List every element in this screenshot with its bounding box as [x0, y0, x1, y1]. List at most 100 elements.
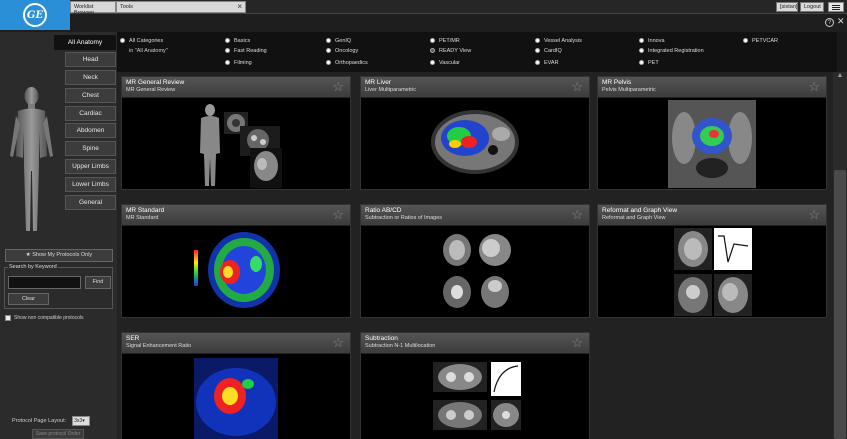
anatomy-tab-general[interactable]: General — [65, 195, 116, 210]
category-cardiq[interactable]: CardIQ — [535, 46, 562, 55]
category-label: Orthopaedics — [335, 59, 368, 66]
category-integrated-registration[interactable]: Integrated Registration — [639, 46, 704, 55]
chevron-down-icon: ▾ — [82, 418, 85, 424]
star-icon[interactable]: ☆ — [332, 208, 344, 221]
help-icon[interactable]: ? — [825, 18, 834, 27]
category-all-categories[interactable]: All Categories — [120, 36, 163, 45]
non-compatible-row: Show non compatible protocols — [5, 313, 84, 323]
category-innova[interactable]: Innova — [639, 36, 665, 45]
tab-tools-label: Tools — [120, 4, 133, 10]
show-my-protocols-button[interactable]: ★ Show My Protocols Only — [5, 249, 113, 262]
hamburger-menu-icon[interactable] — [828, 2, 844, 12]
ge-logo: GE — [0, 0, 70, 30]
category-vascular[interactable]: Vascular — [430, 58, 460, 67]
category-pet-mr[interactable]: PET/MR — [430, 36, 460, 45]
tab-close-icon[interactable]: × — [237, 2, 242, 11]
card-thumbnail — [431, 110, 519, 174]
search-input[interactable] — [8, 276, 81, 289]
category-label: PET/MR — [439, 37, 460, 44]
anatomy-tab-cardiac[interactable]: Cardiac — [65, 106, 116, 121]
anatomy-tab-head[interactable]: Head — [65, 52, 116, 67]
radio-icon — [535, 48, 540, 53]
user-button[interactable]: [sistan] — [776, 2, 798, 12]
card-header: Subtraction Subtraction N-1 Multilocatio… — [361, 333, 589, 354]
category-label: Innova — [648, 37, 665, 44]
scrollbar-thumb[interactable] — [834, 170, 846, 439]
anatomy-tab-neck[interactable]: Neck — [65, 70, 116, 85]
anatomy-tab-all-anatomy[interactable]: All Anatomy — [54, 35, 116, 50]
category-orthopaedics[interactable]: Orthopaedics — [326, 58, 368, 67]
category-ready-view[interactable]: READY View — [430, 46, 471, 55]
card-header: MR Standard MR Standard ☆ — [122, 205, 350, 226]
layout-select[interactable]: 3x3▾ — [72, 416, 91, 426]
protocol-card-mr-liver[interactable]: MR Liver Liver Multiparametric ☆ — [360, 76, 590, 190]
category-pet[interactable]: PET — [639, 58, 659, 67]
category-evar[interactable]: EVAR — [535, 58, 559, 67]
close-icon[interactable]: ✕ — [837, 17, 846, 26]
non-compatible-checkbox[interactable] — [5, 315, 11, 321]
category-basics[interactable]: Basics — [225, 36, 250, 45]
category-all-categories-sub: in "All Anatomy" — [129, 47, 168, 54]
card-header: Ratio AB/CD Subtraction or Ratios of Ima… — [361, 205, 589, 226]
category-oncology[interactable]: Oncology — [326, 46, 358, 55]
logout-button[interactable]: Logout — [800, 2, 824, 12]
anatomy-tab-lower-limbs[interactable]: Lower Limbs — [65, 177, 116, 192]
find-button[interactable]: Find — [85, 276, 111, 289]
category-label: GenIQ — [335, 37, 352, 44]
card-title: MR Standard — [126, 207, 165, 214]
radio-icon — [639, 48, 644, 53]
star-icon[interactable]: ☆ — [808, 80, 820, 93]
category-filming[interactable]: Filming — [225, 58, 252, 67]
card-thumbnail — [194, 232, 280, 308]
scroll-up-icon[interactable]: ▲ — [834, 72, 846, 82]
tab-tools[interactable]: Tools × — [116, 1, 246, 13]
search-legend: Search by Keyword — [8, 264, 58, 270]
anatomy-tab-spine[interactable]: Spine — [65, 141, 116, 156]
save-protocol-order-button[interactable]: Save protocol Order — [32, 429, 84, 439]
protocol-card-ratio-ab-cd[interactable]: Ratio AB/CD Subtraction or Ratios of Ima… — [360, 204, 590, 318]
star-icon[interactable]: ☆ — [808, 208, 820, 221]
category-fast-reading[interactable]: Fast Reading — [225, 46, 267, 55]
anatomy-tab-abdomen[interactable]: Abdomen — [65, 123, 116, 138]
protocol-card-mr-general-review[interactable]: MR General Review MR General Review ☆ — [121, 76, 351, 190]
radio-icon — [430, 38, 435, 43]
category-vessel-analysis[interactable]: Vessel Analysis — [535, 36, 582, 45]
card-title: SER — [126, 335, 140, 342]
protocol-card-mr-pelvis[interactable]: MR Pelvis Pelvis Multiparametric ☆ — [597, 76, 827, 190]
protocol-grid: MR General Review MR General Review ☆ MR… — [117, 72, 833, 439]
card-subtitle: Liver Multiparametric — [365, 87, 417, 93]
anatomy-tab-chest[interactable]: Chest — [65, 88, 116, 103]
anatomy-tab-upper-limbs[interactable]: Upper Limbs — [65, 159, 116, 174]
card-header: MR Liver Liver Multiparametric ☆ — [361, 77, 589, 98]
card-title: MR General Review — [126, 79, 185, 86]
card-title: Ratio AB/CD — [365, 207, 402, 214]
card-subtitle: MR Standard — [126, 215, 159, 221]
star-icon[interactable]: ☆ — [332, 80, 344, 93]
radio-icon — [743, 38, 748, 43]
clear-button[interactable]: Clear — [8, 293, 49, 305]
category-label: PETVCAR — [752, 37, 778, 44]
card-header: MR General Review MR General Review ☆ — [122, 77, 350, 98]
star-icon[interactable]: ☆ — [571, 80, 583, 93]
category-label: PET — [648, 59, 659, 66]
card-subtitle: Signal Enhancement Ratio — [126, 343, 192, 349]
card-thumbnail — [674, 228, 752, 316]
protocol-card-ser[interactable]: SER Signal Enhancement Ratio ☆ — [121, 332, 351, 439]
star-icon[interactable]: ☆ — [571, 208, 583, 221]
protocol-card-reformat-graph-view[interactable]: Reformat and Graph View Reformat and Gra… — [597, 204, 827, 318]
card-title: MR Liver — [365, 79, 392, 86]
tab-worklist-browser[interactable]: Worklist Browser — [70, 1, 116, 16]
card-header: Reformat and Graph View Reformat and Gra… — [598, 205, 826, 226]
category-petvcar[interactable]: PETVCAR — [743, 36, 778, 45]
star-icon[interactable]: ☆ — [571, 336, 583, 349]
card-subtitle: Subtraction or Ratios of Images — [365, 215, 443, 221]
category-label: Vessel Analysis — [544, 37, 582, 44]
protocol-card-subtraction[interactable]: Subtraction Subtraction N-1 Multilocatio… — [360, 332, 590, 439]
body-figure-icon — [10, 87, 53, 231]
show-my-protocols-label: Show My Protocols Only — [32, 252, 93, 258]
protocol-card-mr-standard[interactable]: MR Standard MR Standard ☆ — [121, 204, 351, 318]
card-header: SER Signal Enhancement Ratio ☆ — [122, 333, 350, 354]
category-geniq[interactable]: GenIQ — [326, 36, 351, 45]
layout-row: Protocol Page Layout: 3x3▾ — [12, 415, 91, 427]
star-icon[interactable]: ☆ — [332, 336, 344, 349]
